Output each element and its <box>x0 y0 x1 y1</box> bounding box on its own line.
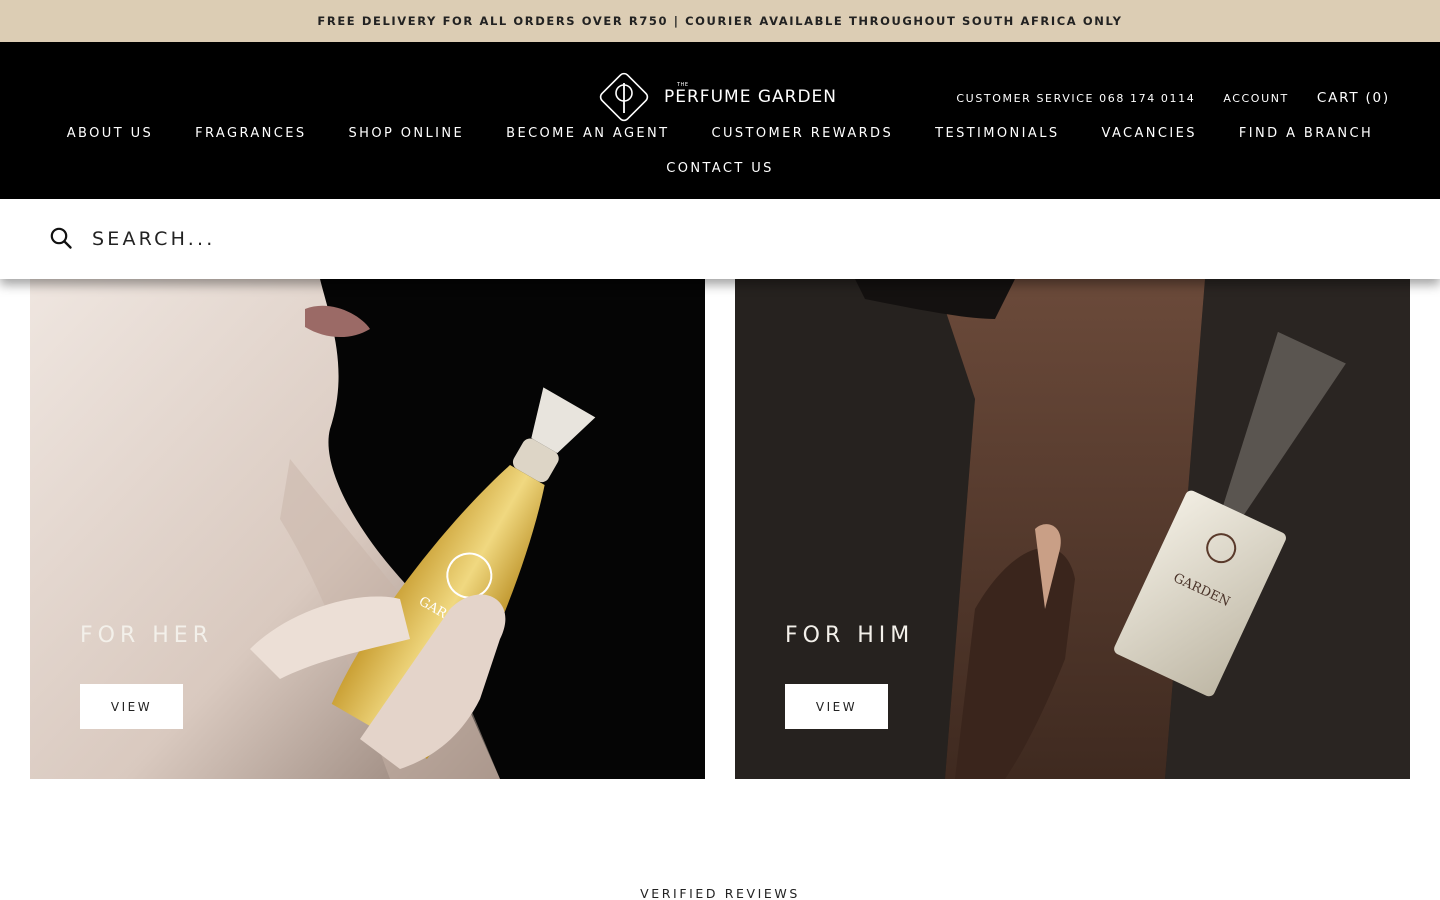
announcement-text: FREE DELIVERY FOR ALL ORDERS OVER R750 |… <box>317 14 1123 28</box>
nav-item-become-an-agent[interactable]: BECOME AN AGENT <box>506 126 669 141</box>
pg-monogram-logo-icon <box>599 72 649 122</box>
logo[interactable]: THE PERFUME GARDEN <box>596 69 837 125</box>
utility-links: CUSTOMER SERVICE 068 174 0114 ACCOUNT CA… <box>956 90 1390 106</box>
nav-item-contact-us[interactable]: CONTACT US <box>666 161 774 176</box>
verified-reviews-heading: VERIFIED REVIEWS <box>640 886 800 900</box>
card-title-for-her: FOR HER <box>80 623 213 648</box>
nav-item-find-a-branch[interactable]: FIND A BRANCH <box>1239 126 1373 141</box>
customer-service-link[interactable]: CUSTOMER SERVICE 068 174 0114 <box>956 92 1195 105</box>
announcement-bar: FREE DELIVERY FOR ALL ORDERS OVER R750 |… <box>0 0 1440 42</box>
main-nav: ABOUT US FRAGRANCES SHOP ONLINE BECOME A… <box>0 126 1440 176</box>
search-input[interactable] <box>92 221 1392 257</box>
view-button-for-him[interactable]: VIEW <box>785 684 888 729</box>
search-bar <box>0 199 1440 279</box>
nav-item-vacancies[interactable]: VACANCIES <box>1102 126 1197 141</box>
search-icon[interactable] <box>49 226 73 250</box>
cart-link[interactable]: CART (0) <box>1317 90 1390 106</box>
account-link[interactable]: ACCOUNT <box>1223 92 1289 105</box>
nav-item-about-us[interactable]: ABOUT US <box>67 126 153 141</box>
site-header: THE PERFUME GARDEN CUSTOMER SERVICE 068 … <box>0 42 1440 199</box>
card-title-for-him: FOR HIM <box>785 623 915 648</box>
nav-item-fragrances[interactable]: FRAGRANCES <box>195 126 306 141</box>
nav-item-shop-online[interactable]: SHOP ONLINE <box>349 126 465 141</box>
brand-the: THE <box>677 82 689 88</box>
category-card-for-him[interactable]: GARDEN FOR HIM VIEW <box>735 279 1410 779</box>
brand-title: PERFUME GARDEN <box>664 87 838 107</box>
brand-name: THE PERFUME GARDEN <box>664 82 838 107</box>
nav-item-testimonials[interactable]: TESTIMONIALS <box>935 126 1059 141</box>
nav-item-customer-rewards[interactable]: CUSTOMER REWARDS <box>712 126 894 141</box>
category-card-for-her[interactable]: GARDEN FOR HER VIEW <box>30 279 705 779</box>
view-button-for-her[interactable]: VIEW <box>80 684 183 729</box>
